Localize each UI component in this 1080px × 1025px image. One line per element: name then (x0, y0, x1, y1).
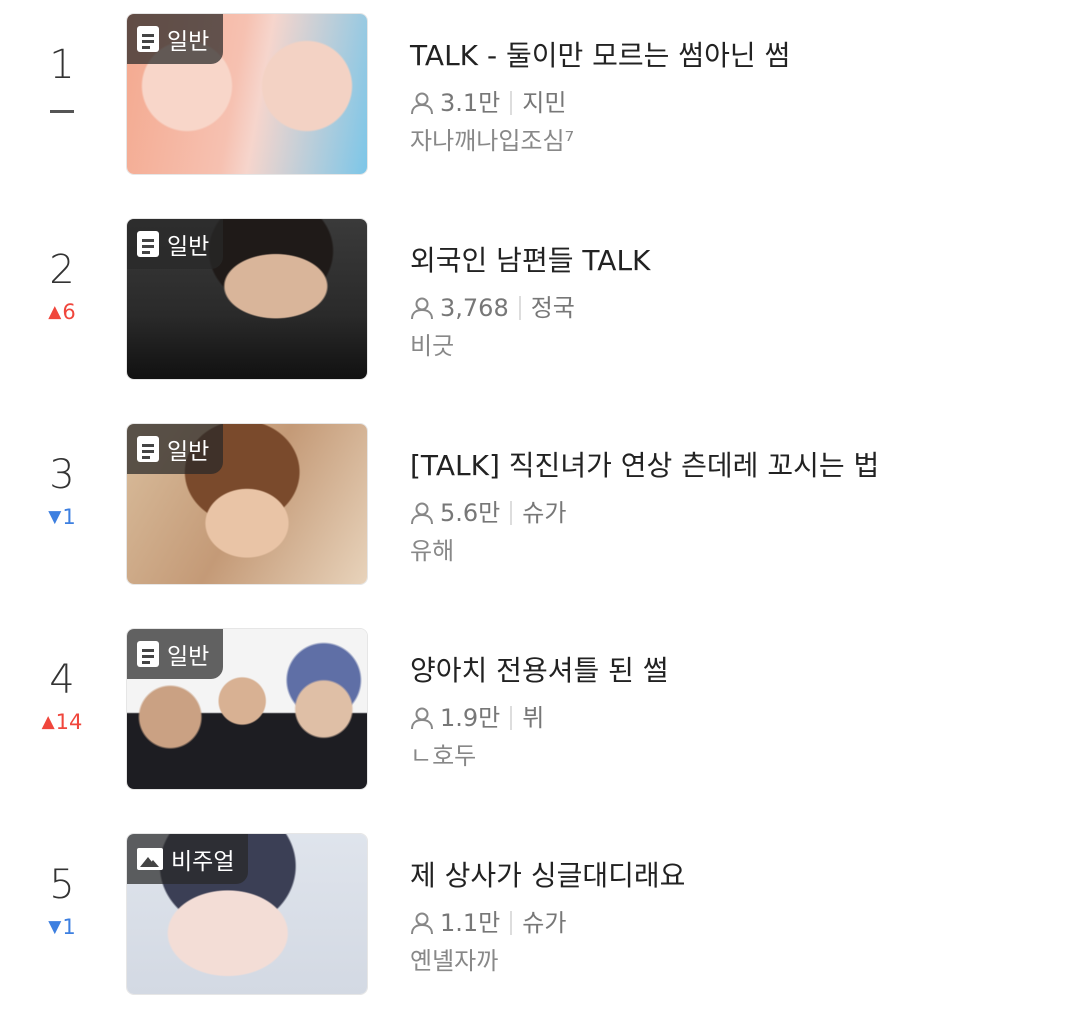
item-info: TALK - 둘이만 모르는 썸아닌 썸 3.1만 지민 자나깨나입조심⁷ (410, 36, 1060, 156)
meta-row: 1.1만 슈가 (410, 908, 1060, 938)
category-badge: 일반 (127, 424, 224, 474)
rank: 2 ▲6 (22, 247, 102, 325)
rank: 5 ▼1 (22, 862, 102, 940)
document-icon (137, 436, 159, 462)
member-tag: 뷔 (522, 704, 545, 732)
rank-change: ▲14 (22, 709, 102, 735)
image-icon (137, 848, 163, 870)
list-item[interactable]: 2 ▲6 일반 외국인 남편들 TALK 3,768 정국 비긋 (0, 205, 1080, 410)
meta-row: 1.9만 뷔 (410, 703, 1060, 733)
down-arrow-icon: ▼ (48, 917, 62, 937)
category-badge: 일반 (127, 629, 224, 679)
list-item[interactable]: 1 일반 TALK - 둘이만 모르는 썸아닌 썸 3.1만 지민 자나깨나입조… (0, 0, 1080, 205)
thumbnail[interactable]: 일반 (126, 218, 368, 380)
rank-number: 2 (49, 247, 75, 293)
rank-change: ▼1 (22, 504, 102, 530)
item-info: 양아치 전용셔틀 된 썰 1.9만 뷔 ㄴ호두 (410, 651, 1060, 771)
person-icon (410, 91, 434, 115)
item-info: 외국인 남편들 TALK 3,768 정국 비긋 (410, 241, 1060, 361)
rank-change: ▲6 (22, 299, 102, 325)
person-icon (410, 296, 434, 320)
thumbnail[interactable]: 비주얼 (126, 833, 368, 995)
divider (510, 501, 513, 525)
badge-label: 일반 (167, 439, 210, 465)
document-icon (137, 641, 159, 667)
up-arrow-icon: ▲ (48, 302, 62, 322)
item-info: 제 상사가 싱글대디래요 1.1만 슈가 옌녤자까 (410, 856, 1060, 976)
author-name[interactable]: 옌녤자까 (410, 946, 1060, 976)
member-tag: 정국 (530, 294, 575, 322)
member-tag: 지민 (522, 89, 567, 117)
meta-row: 3,768 정국 (410, 293, 1060, 323)
badge-label: 비주얼 (171, 849, 235, 875)
author-name[interactable]: 유해 (410, 536, 1060, 566)
item-info: [TALK] 직진녀가 연상 츤데레 꼬시는 법 5.6만 슈가 유해 (410, 446, 1060, 566)
author-name[interactable]: 자나깨나입조심⁷ (410, 126, 1060, 156)
view-count: 1.1만 (440, 909, 501, 937)
person-icon (410, 706, 434, 730)
divider (510, 911, 513, 935)
document-icon (137, 26, 159, 52)
divider (518, 296, 521, 320)
rank-change-value: 1 (62, 505, 76, 529)
rank-number: 1 (49, 42, 75, 88)
story-title[interactable]: 양아치 전용셔틀 된 썰 (410, 651, 1060, 691)
ranking-list: 1 일반 TALK - 둘이만 모르는 썸아닌 썸 3.1만 지민 자나깨나입조… (0, 0, 1080, 1012)
up-arrow-icon: ▲ (41, 712, 55, 732)
rank-change-value: 1 (62, 915, 76, 939)
list-item[interactable]: 3 ▼1 일반 [TALK] 직진녀가 연상 츤데레 꼬시는 법 5.6만 슈가… (0, 410, 1080, 615)
rank-number: 4 (49, 657, 75, 703)
list-item[interactable]: 5 ▼1 비주얼 제 상사가 싱글대디래요 1.1만 슈가 옌녤자까 (0, 820, 1080, 1025)
badge-label: 일반 (167, 644, 210, 670)
down-arrow-icon: ▼ (48, 507, 62, 527)
author-name[interactable]: 비긋 (410, 331, 1060, 361)
thumbnail[interactable]: 일반 (126, 628, 368, 790)
divider (510, 91, 513, 115)
view-count: 3.1만 (440, 89, 501, 117)
thumbnail[interactable]: 일반 (126, 13, 368, 175)
rank-change-value: 6 (62, 300, 76, 324)
document-icon (137, 231, 159, 257)
person-icon (410, 501, 434, 525)
story-title[interactable]: 외국인 남편들 TALK (410, 241, 1060, 281)
rank: 3 ▼1 (22, 452, 102, 530)
badge-label: 일반 (167, 234, 210, 260)
rank-change: ▼1 (22, 914, 102, 940)
meta-row: 5.6만 슈가 (410, 498, 1060, 528)
member-tag: 슈가 (522, 909, 567, 937)
view-count: 5.6만 (440, 499, 501, 527)
view-count: 1.9만 (440, 704, 501, 732)
view-count: 3,768 (440, 294, 509, 322)
category-badge: 비주얼 (127, 834, 249, 884)
rank-change-value: 14 (55, 710, 83, 734)
rank-number: 3 (49, 452, 75, 498)
rank-number: 5 (49, 862, 75, 908)
list-item[interactable]: 4 ▲14 일반 양아치 전용셔틀 된 썰 1.9만 뷔 ㄴ호두 (0, 615, 1080, 820)
rank: 1 (22, 42, 102, 113)
story-title[interactable]: [TALK] 직진녀가 연상 츤데레 꼬시는 법 (410, 446, 1060, 486)
badge-label: 일반 (167, 29, 210, 55)
divider (510, 706, 513, 730)
meta-row: 3.1만 지민 (410, 88, 1060, 118)
story-title[interactable]: 제 상사가 싱글대디래요 (410, 856, 1060, 896)
category-badge: 일반 (127, 14, 224, 64)
person-icon (410, 911, 434, 935)
category-badge: 일반 (127, 219, 224, 269)
member-tag: 슈가 (522, 499, 567, 527)
story-title[interactable]: TALK - 둘이만 모르는 썸아닌 썸 (410, 36, 1060, 76)
thumbnail[interactable]: 일반 (126, 423, 368, 585)
rank: 4 ▲14 (22, 657, 102, 735)
rank-unchanged-icon (50, 110, 74, 113)
author-name[interactable]: ㄴ호두 (410, 741, 1060, 771)
